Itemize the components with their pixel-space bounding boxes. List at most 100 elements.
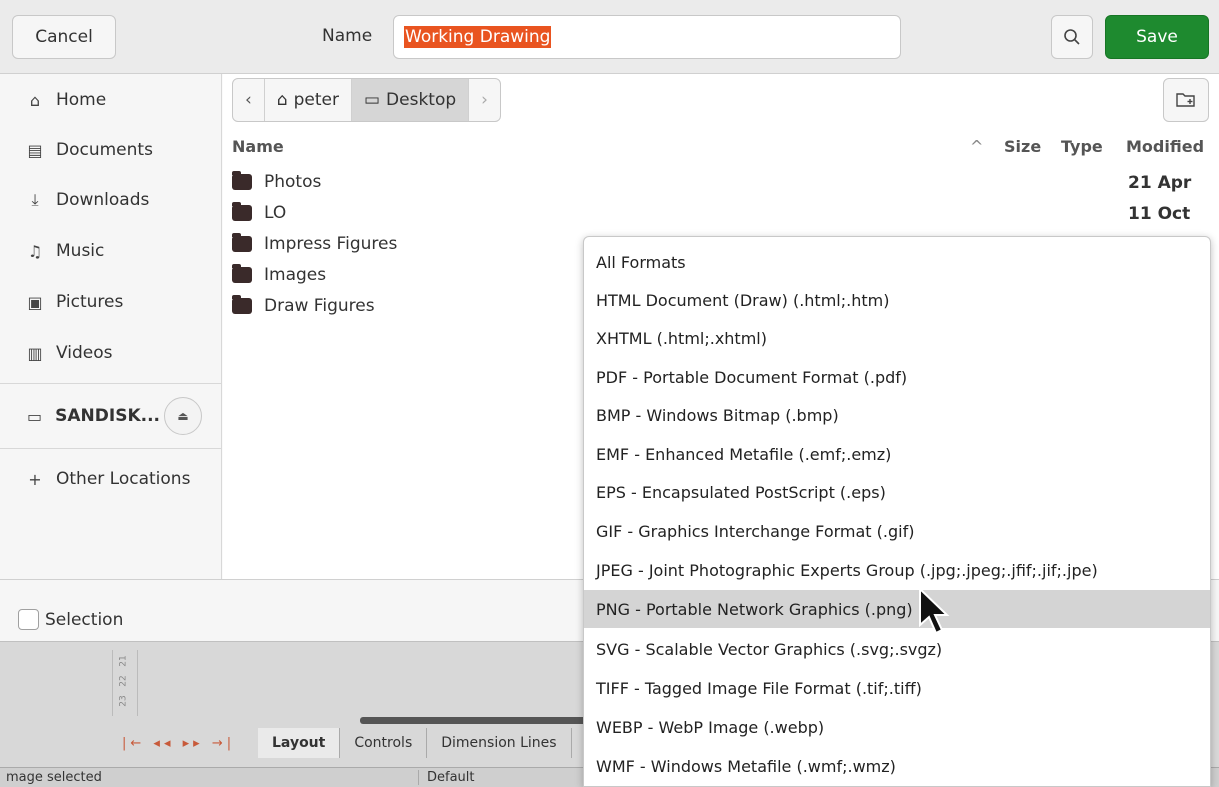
selection-label: Selection	[45, 610, 124, 630]
picture-icon: ▣	[27, 292, 43, 312]
format-option[interactable]: EPS - Encapsulated PostScript (.eps)	[584, 473, 1210, 511]
music-icon: ♫	[27, 241, 43, 261]
sidebar-item-label: Documents	[56, 140, 153, 160]
new-folder-button[interactable]	[1163, 78, 1209, 122]
status-text: mage selected	[6, 770, 102, 785]
sidebar-item-label: Music	[56, 241, 105, 261]
file-name: LO	[264, 203, 287, 223]
sidebar-item-label: Pictures	[56, 292, 124, 312]
sidebar-item-videos[interactable]: ▥ Videos	[0, 333, 222, 373]
format-option[interactable]: EMF - Enhanced Metafile (.emf;.emz)	[584, 435, 1210, 473]
sort-ascending-icon: ^	[970, 137, 984, 156]
eject-button[interactable]: ⏏	[164, 397, 202, 435]
dialog-header: Cancel Name Working Drawing Save	[0, 0, 1219, 74]
layer-tabs: Layout Controls Dimension Lines	[258, 728, 572, 758]
page-nav-arrows[interactable]: |← ◂◂ ▸▸ →|	[122, 736, 235, 751]
sidebar-item-downloads[interactable]: ⤓ Downloads	[0, 180, 222, 220]
file-name: Photos	[264, 172, 322, 192]
search-button[interactable]	[1051, 15, 1093, 59]
search-icon	[1064, 29, 1080, 45]
format-option[interactable]: BMP - Windows Bitmap (.bmp)	[584, 396, 1210, 434]
file-row[interactable]: Images	[232, 260, 326, 290]
sidebar-item-label: SANDISK...	[55, 406, 160, 426]
sidebar-separator	[0, 383, 222, 384]
plus-icon: +	[28, 469, 42, 489]
folder-icon	[232, 295, 252, 314]
video-icon: ▥	[27, 343, 43, 363]
breadcrumb-label: peter	[293, 90, 339, 110]
filename-input[interactable]: Working Drawing	[393, 15, 901, 59]
column-header-name[interactable]: Name	[232, 137, 284, 156]
home-icon: ⌂	[276, 90, 288, 110]
desktop-icon: ▭	[363, 90, 381, 110]
sidebar-item-sandisk[interactable]: ▭ SANDISK...	[0, 396, 160, 436]
sidebar-item-home[interactable]: ⌂ Home	[0, 80, 222, 120]
sidebar-item-label: Downloads	[56, 190, 150, 210]
chevron-left-icon: ‹	[245, 90, 252, 110]
home-icon: ⌂	[29, 90, 41, 110]
column-header-type[interactable]: Type	[1061, 137, 1103, 156]
format-option[interactable]: HTML Document (Draw) (.html;.htm)	[584, 281, 1210, 319]
format-option[interactable]: PDF - Portable Document Format (.pdf)	[584, 358, 1210, 396]
download-icon: ⤓	[31, 190, 39, 209]
breadcrumb-item-peter[interactable]: ⌂ peter	[265, 79, 352, 121]
breadcrumb-item-desktop[interactable]: ▭ Desktop	[351, 79, 470, 121]
status-page-style: Default	[418, 770, 475, 785]
horizontal-scrollbar[interactable]	[360, 717, 586, 724]
column-header-modified[interactable]: Modified	[1126, 137, 1204, 156]
eject-icon: ⏏	[177, 409, 189, 423]
sidebar-item-documents[interactable]: ▤ Documents	[0, 130, 222, 170]
last-page-icon[interactable]: →|	[212, 736, 235, 751]
folder-icon	[232, 202, 252, 221]
vertical-ruler: 21 22 23	[112, 650, 138, 716]
file-modified: 11 Oct	[1128, 204, 1191, 224]
document-icon: ▤	[27, 140, 43, 160]
format-option[interactable]: WEBP - WebP Image (.webp)	[584, 708, 1210, 746]
first-page-icon[interactable]: |←	[122, 736, 145, 751]
format-option[interactable]: SVG - Scalable Vector Graphics (.svg;.sv…	[584, 630, 1210, 668]
sidebar-item-label: Videos	[56, 343, 113, 363]
breadcrumb-forward-button[interactable]: ›	[469, 79, 500, 121]
file-name: Draw Figures	[264, 296, 375, 316]
selection-checkbox[interactable]	[18, 609, 39, 630]
file-row[interactable]: Photos	[232, 167, 321, 197]
tab-layout[interactable]: Layout	[258, 728, 341, 758]
folder-icon	[232, 264, 252, 283]
cancel-button[interactable]: Cancel	[12, 15, 116, 59]
file-row[interactable]: Impress Figures	[232, 229, 397, 259]
name-label: Name	[322, 26, 373, 46]
mouse-cursor-icon	[919, 587, 950, 635]
format-option[interactable]: JPEG - Joint Photographic Experts Group …	[584, 551, 1210, 589]
format-option[interactable]: XHTML (.html;.xhtml)	[584, 319, 1210, 357]
breadcrumb: ‹ ⌂ peter ▭ Desktop ›	[232, 78, 501, 122]
sidebar-item-label: Home	[56, 90, 107, 110]
prev-page-icon[interactable]: ◂◂	[153, 736, 174, 751]
places-sidebar: ⌂ Home ▤ Documents ⤓ Downloads ♫ Music ▣ Pict…	[0, 74, 222, 579]
sidebar-item-label: Other Locations	[56, 469, 191, 489]
tab-controls[interactable]: Controls	[340, 728, 428, 758]
file-name: Impress Figures	[264, 234, 398, 254]
format-option[interactable]: GIF - Graphics Interchange Format (.gif)	[584, 512, 1210, 550]
sidebar-item-pictures[interactable]: ▣ Pictures	[0, 282, 222, 322]
next-page-icon[interactable]: ▸▸	[183, 736, 204, 751]
format-option[interactable]: WMF - Windows Metafile (.wmf;.wmz)	[584, 747, 1210, 785]
breadcrumb-back-button[interactable]: ‹	[233, 79, 265, 121]
chevron-right-icon: ›	[481, 90, 488, 110]
drive-icon: ▭	[27, 406, 43, 426]
ruler-tick: 21	[118, 655, 129, 667]
sidebar-item-music[interactable]: ♫ Music	[0, 231, 222, 271]
save-button[interactable]: Save	[1105, 15, 1209, 59]
file-format-dropdown: All Formats HTML Document (Draw) (.html;…	[583, 236, 1211, 787]
filename-value: Working Drawing	[404, 26, 552, 48]
column-header-size[interactable]: Size	[1004, 137, 1041, 156]
ruler-tick: 22	[118, 675, 129, 687]
sidebar-separator	[0, 448, 222, 449]
format-option-highlighted[interactable]: PNG - Portable Network Graphics (.png)	[584, 590, 1210, 628]
format-option[interactable]: All Formats	[584, 243, 1210, 281]
file-row[interactable]: Draw Figures	[232, 291, 375, 321]
file-row[interactable]: LO	[232, 198, 286, 228]
file-modified: 21 Apr	[1128, 173, 1192, 193]
tab-dimension-lines[interactable]: Dimension Lines	[427, 728, 572, 758]
format-option[interactable]: TIFF - Tagged Image File Format (.tif;.t…	[584, 669, 1210, 707]
sidebar-item-other-locations[interactable]: + Other Locations	[0, 459, 222, 499]
